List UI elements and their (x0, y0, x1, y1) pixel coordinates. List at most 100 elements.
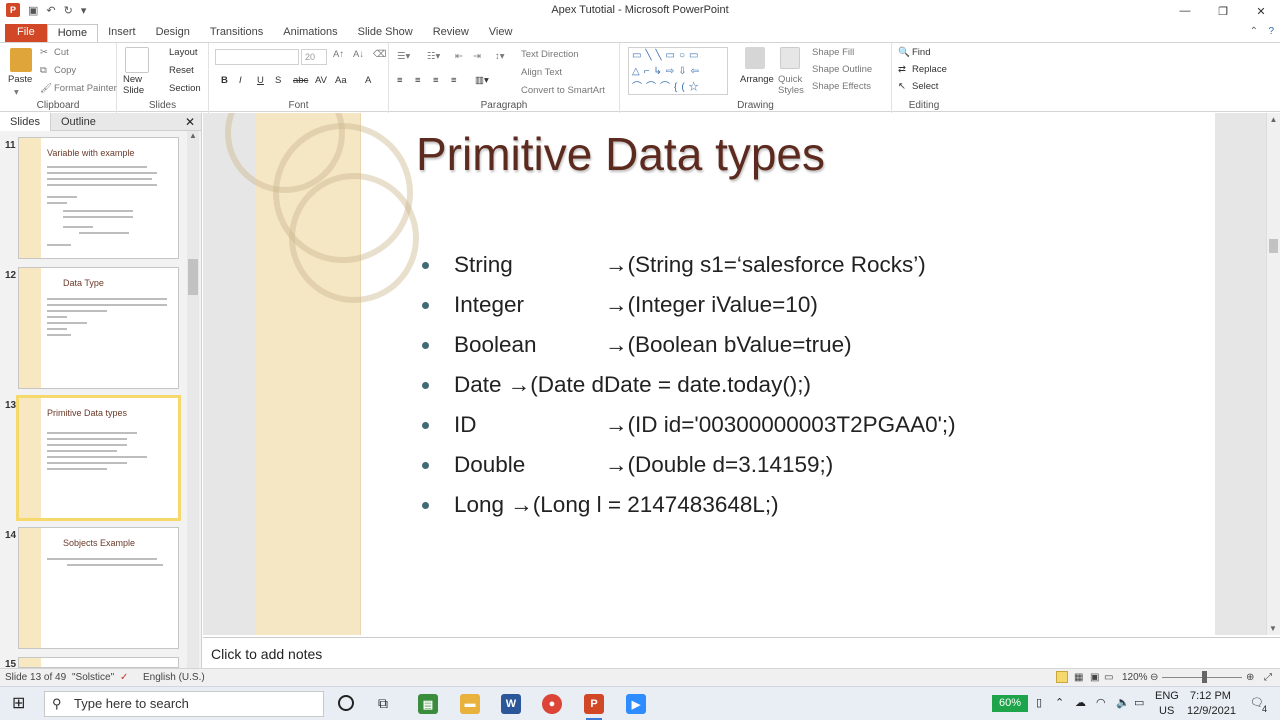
change-case-icon[interactable]: Aa (335, 75, 347, 86)
shadow-icon[interactable]: S (275, 75, 281, 86)
file-explorer-icon[interactable]: ▬ (460, 694, 480, 714)
tab-home[interactable]: Home (46, 24, 99, 42)
reset-button[interactable]: Reset (169, 65, 194, 76)
wifi-icon[interactable]: ◠ (1096, 696, 1106, 709)
spelling-icon[interactable]: ✓ (120, 672, 128, 683)
battery-indicator[interactable]: 60% (992, 695, 1028, 712)
tab-view[interactable]: View (479, 24, 523, 42)
cut-icon[interactable]: ✂ (40, 47, 48, 58)
find-icon[interactable]: 🔍 (898, 47, 910, 58)
align-center-icon[interactable]: ≡ (415, 75, 421, 86)
align-right-icon[interactable]: ≡ (433, 75, 439, 86)
scroll-thumb[interactable] (188, 259, 198, 295)
tab-slide-show[interactable]: Slide Show (348, 24, 423, 42)
new-slide-button[interactable]: New Slide (123, 74, 144, 96)
justify-icon[interactable]: ≡ (451, 75, 457, 86)
fit-slide-icon[interactable]: ⤢ (1264, 672, 1272, 683)
bullets-icon[interactable]: ☰▾ (397, 51, 410, 62)
decrease-indent-icon[interactable]: ⇤ (455, 51, 463, 62)
replace-icon[interactable]: ⇄ (898, 64, 906, 75)
paste-icon[interactable] (10, 48, 32, 72)
input-language[interactable]: ENG (1155, 690, 1179, 702)
layout-button[interactable]: Layout (169, 47, 198, 58)
tab-outline[interactable]: Outline (51, 113, 106, 131)
increase-indent-icon[interactable]: ⇥ (473, 51, 481, 62)
slide-thumbnail-14[interactable]: Sobjects Example (18, 527, 179, 649)
clear-formatting-icon[interactable]: ⌫ (373, 49, 386, 60)
copy-icon[interactable]: ⧉ (40, 65, 47, 76)
language-indicator[interactable]: English (U.S.) (143, 672, 205, 683)
word-icon[interactable]: W (501, 694, 521, 714)
format-painter-icon[interactable]: 🖌 (40, 83, 52, 94)
font-size-field[interactable]: 20 (301, 49, 327, 65)
next-slide-icon[interactable]: ▼ (1269, 624, 1277, 633)
powerpoint-icon[interactable]: P (584, 694, 604, 714)
tab-file[interactable]: File (5, 24, 47, 42)
cut-button[interactable]: Cut (54, 47, 69, 58)
grow-font-icon[interactable]: A↑ (333, 49, 344, 60)
copy-button[interactable]: Copy (54, 65, 76, 76)
section-button[interactable]: Section (169, 83, 201, 94)
select-icon[interactable]: ↖ (898, 81, 906, 92)
align-text-button[interactable]: Align Text (521, 67, 562, 78)
clock-date[interactable]: 12/9/2021 (1187, 705, 1236, 717)
shrink-font-icon[interactable]: A↓ (353, 49, 364, 60)
tab-animations[interactable]: Animations (273, 24, 347, 42)
help-icon[interactable]: ? (1268, 26, 1274, 37)
slide-thumbnail-15[interactable] (18, 657, 179, 668)
shape-fill-button[interactable]: Shape Fill (812, 47, 854, 58)
format-painter-button[interactable]: Format Painter (54, 83, 117, 94)
task-view-icon[interactable]: ⧉ (378, 695, 388, 712)
tab-transitions[interactable]: Transitions (200, 24, 273, 42)
shape-outline-button[interactable]: Shape Outline (812, 64, 872, 75)
select-button[interactable]: Select (912, 81, 938, 92)
slide-thumbnail-13[interactable]: Primitive Data types (16, 395, 181, 521)
char-spacing-icon[interactable]: AV (315, 75, 327, 86)
shape-effects-button[interactable]: Shape Effects (812, 81, 871, 92)
show-hidden-icons-icon[interactable]: ⌃ (1055, 696, 1064, 709)
normal-view-icon[interactable] (1056, 671, 1068, 683)
slide-canvas[interactable]: Primitive Data types String →(String s1=… (225, 113, 1215, 635)
paste-button[interactable]: Paste (8, 74, 32, 85)
slide-sorter-icon[interactable]: ▦ (1074, 672, 1083, 683)
zoom-app-icon[interactable]: ▶ (626, 694, 646, 714)
find-button[interactable]: Find (912, 47, 930, 58)
slide-scrollbar[interactable]: ▲ ▼ (1266, 113, 1280, 635)
new-slide-icon[interactable] (125, 47, 149, 73)
tray-app-icon[interactable]: ▯ (1036, 696, 1042, 709)
quick-styles-icon[interactable] (780, 47, 800, 69)
arrange-button[interactable]: Arrange (740, 74, 774, 85)
convert-smartart-button[interactable]: Convert to SmartArt (521, 85, 605, 96)
arrange-icon[interactable] (745, 47, 765, 69)
tab-slides[interactable]: Slides (0, 112, 51, 131)
network-icon[interactable]: ☁ (1075, 696, 1086, 709)
volume-icon[interactable]: 🔈 (1116, 696, 1130, 709)
taskbar-search[interactable]: Type here to search (44, 691, 324, 717)
cortana-icon[interactable] (338, 695, 354, 711)
notes-placeholder[interactable]: Click to add notes (211, 646, 322, 662)
scroll-up-icon[interactable]: ▲ (1267, 115, 1280, 124)
close-icon[interactable]: ✕ (1242, 0, 1280, 22)
panel-scrollbar[interactable]: ▲ (187, 131, 199, 668)
font-color-icon[interactable]: A (365, 75, 371, 86)
paste-dropdown-icon[interactable]: ▾ (14, 87, 19, 98)
line-spacing-icon[interactable]: ↕▾ (495, 51, 505, 62)
windows-start-icon[interactable]: ⊞ (12, 696, 25, 712)
minimize-icon[interactable]: — (1166, 0, 1204, 22)
bold-icon[interactable]: B (221, 75, 228, 86)
scroll-up-icon[interactable]: ▲ (187, 131, 199, 140)
strikethrough-icon[interactable]: abc (293, 75, 308, 86)
close-panel-icon[interactable]: ✕ (185, 115, 195, 129)
columns-icon[interactable]: ▥▾ (475, 75, 489, 86)
italic-icon[interactable]: I (239, 75, 242, 86)
minimize-ribbon-icon[interactable]: ⌃ (1250, 26, 1258, 37)
underline-icon[interactable]: U (257, 75, 264, 86)
tab-design[interactable]: Design (146, 24, 200, 42)
slide-thumbnail-11[interactable]: Variable with example (18, 137, 179, 259)
slide-thumbnail-12[interactable]: Data Type (18, 267, 179, 389)
slide-show-icon[interactable]: ▭ (1104, 672, 1113, 683)
zoom-out-icon[interactable]: ⊖ (1150, 672, 1158, 683)
zoom-in-icon[interactable]: ⊕ (1246, 672, 1254, 683)
shapes-gallery[interactable]: ▭╲╲▭○▭ △⌐↳⇨⇩⇦ ⌒⌒⌒{(☆ (628, 47, 728, 95)
battery-icon[interactable]: ▭ (1134, 696, 1144, 709)
